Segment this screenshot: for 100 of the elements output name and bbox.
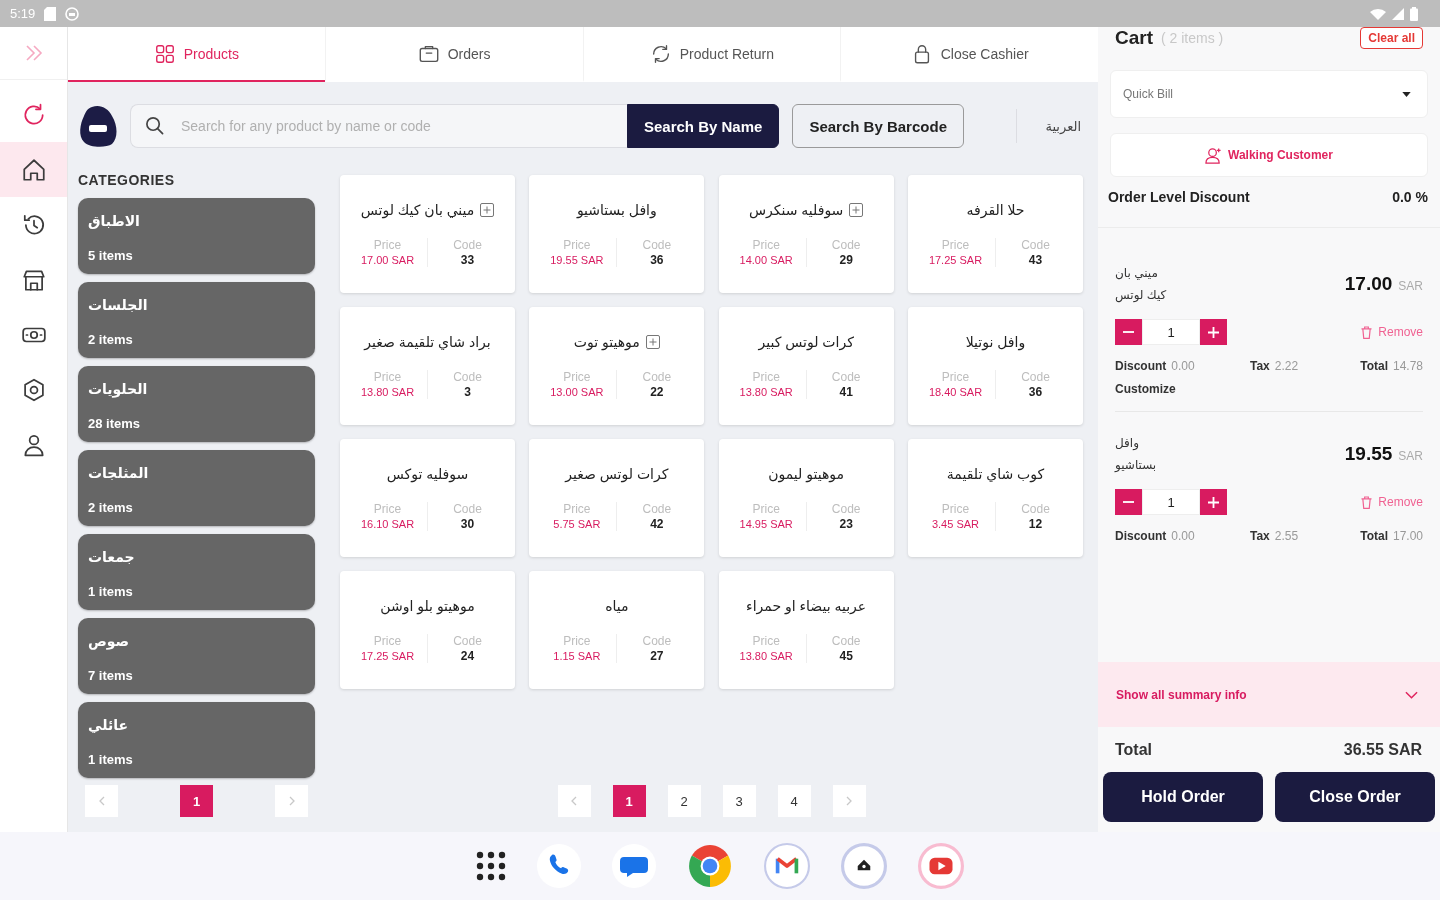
product-name: كرات لوتس صغير bbox=[565, 466, 669, 482]
code-value: 36 bbox=[650, 254, 664, 267]
chevron-right-icon bbox=[846, 796, 852, 806]
logo-icon bbox=[78, 104, 118, 148]
price-label: Price bbox=[563, 634, 591, 648]
price-value: 13.80 SAR bbox=[739, 386, 793, 399]
category-count: 2 items bbox=[88, 500, 133, 516]
nav-button[interactable] bbox=[0, 142, 67, 197]
category-name: صوص bbox=[88, 632, 130, 650]
cart-item-name: وافل بستاشيو bbox=[1115, 435, 1158, 474]
sd-card-icon bbox=[44, 6, 57, 21]
quantity-field[interactable]: 1 bbox=[1142, 489, 1200, 515]
price-label: Price bbox=[752, 634, 780, 648]
trash-icon bbox=[1361, 325, 1373, 339]
mail-icon[interactable] bbox=[764, 843, 810, 889]
page-button[interactable]: 4 bbox=[777, 785, 811, 817]
code-label: Code bbox=[642, 634, 672, 648]
code-label: Code bbox=[1021, 502, 1050, 516]
search-field[interactable]: Search for any product by name or code bbox=[130, 104, 627, 148]
phone-icon[interactable] bbox=[537, 844, 581, 888]
order-button[interactable]: Close Order bbox=[1275, 772, 1435, 822]
code-label: Code bbox=[453, 370, 482, 384]
page-button[interactable]: 3 bbox=[722, 785, 756, 817]
page-button[interactable]: 1 bbox=[612, 785, 646, 817]
code-label: Code bbox=[642, 370, 672, 384]
code-value: 45 bbox=[839, 650, 853, 663]
product-name: سوفليه سنكرس bbox=[748, 202, 844, 218]
chevron-down-icon bbox=[1405, 690, 1418, 699]
decrease-button[interactable] bbox=[1115, 489, 1142, 515]
category-name: عائلي bbox=[88, 716, 128, 734]
user-plus-icon bbox=[1205, 146, 1223, 164]
order-button[interactable]: Hold Order bbox=[1103, 772, 1263, 822]
product-name: مياه bbox=[605, 598, 629, 614]
code-value: 30 bbox=[460, 518, 475, 531]
battery-icon bbox=[1410, 6, 1418, 21]
minus-icon bbox=[1123, 331, 1134, 333]
tax-label: Tax bbox=[1250, 529, 1270, 543]
price-label: Price bbox=[941, 370, 970, 384]
wifi-icon bbox=[1370, 7, 1386, 20]
clear-all-button[interactable]: Clear all bbox=[1360, 27, 1423, 49]
product-name: وافل نوتيلا bbox=[965, 334, 1026, 350]
code-label: Code bbox=[642, 238, 672, 252]
code-label: Code bbox=[453, 634, 482, 648]
code-label: Code bbox=[831, 238, 861, 252]
code-label: Code bbox=[1021, 238, 1050, 252]
colored-circle-icon[interactable] bbox=[687, 843, 733, 889]
increase-button[interactable] bbox=[1200, 489, 1227, 515]
plus-icon bbox=[1208, 326, 1219, 338]
price-value: 19.55 SAR bbox=[550, 254, 604, 267]
code-value: 29 bbox=[839, 254, 853, 267]
play-icon[interactable] bbox=[918, 843, 964, 889]
bill-type-dropdown[interactable]: Quick Bill bbox=[1110, 70, 1428, 118]
price-value: 17.00 SAR bbox=[360, 254, 415, 267]
discount-value: 0.0 % bbox=[1392, 189, 1428, 205]
price-value: 1.15 SAR bbox=[553, 650, 601, 663]
code-value: 24 bbox=[460, 650, 475, 663]
category-count: 1 items bbox=[88, 584, 133, 600]
price-label: Price bbox=[563, 502, 591, 516]
code-label: Code bbox=[831, 370, 861, 384]
page-button[interactable]: 1 bbox=[180, 785, 213, 817]
price-value: 14.95 SAR bbox=[739, 518, 793, 531]
tax-label: Tax bbox=[1250, 359, 1270, 373]
search-mode-button[interactable]: Search By Name bbox=[627, 104, 780, 148]
page-button[interactable]: 2 bbox=[667, 785, 701, 817]
tax-value: 2.55 bbox=[1274, 529, 1299, 543]
currency-label: SAR bbox=[1398, 449, 1423, 463]
item-discount-label: Discount bbox=[1115, 529, 1167, 543]
plus-icon bbox=[1208, 496, 1219, 508]
customer-button[interactable]: Walking Customer bbox=[1110, 133, 1428, 177]
summary-toggle[interactable]: Show all summary info bbox=[1098, 662, 1440, 727]
price-label: Price bbox=[752, 502, 780, 516]
price-label: Price bbox=[373, 634, 402, 648]
status-time: 5:19 bbox=[10, 6, 36, 21]
code-value: 41 bbox=[839, 386, 853, 399]
price-label: Price bbox=[373, 370, 402, 384]
product-name: عربيه بيضاء او حمراء bbox=[746, 598, 867, 614]
decrease-button[interactable] bbox=[1115, 319, 1142, 345]
price-label: Price bbox=[373, 238, 402, 252]
code-value: 33 bbox=[460, 254, 475, 267]
language-link[interactable]: العربية bbox=[1045, 118, 1083, 134]
search-mode-button[interactable]: Search By Barcode bbox=[792, 104, 964, 148]
price-label: Price bbox=[752, 238, 780, 252]
customize-link[interactable]: Customize bbox=[1115, 382, 1176, 396]
code-value: 12 bbox=[1028, 518, 1043, 531]
price-value: 13.80 SAR bbox=[739, 650, 793, 663]
quantity-field[interactable]: 1 bbox=[1142, 319, 1200, 345]
signal-icon bbox=[1392, 7, 1404, 20]
price-label: Price bbox=[373, 502, 402, 516]
ring-app-icon[interactable] bbox=[841, 843, 887, 889]
item-price: 19.55 bbox=[1344, 443, 1393, 465]
price-value: 13.00 SAR bbox=[550, 386, 604, 399]
app-grid-icon[interactable] bbox=[476, 851, 506, 881]
price-value: 3.45 SAR bbox=[931, 518, 980, 531]
code-label: Code bbox=[1021, 370, 1050, 384]
item-total-label: Total bbox=[1360, 359, 1388, 373]
category-count: 5 items bbox=[88, 248, 133, 264]
price-label: Price bbox=[563, 238, 591, 252]
category-count: 7 items bbox=[88, 668, 133, 684]
increase-button[interactable] bbox=[1200, 319, 1227, 345]
chat-bubble-icon[interactable] bbox=[612, 844, 656, 888]
